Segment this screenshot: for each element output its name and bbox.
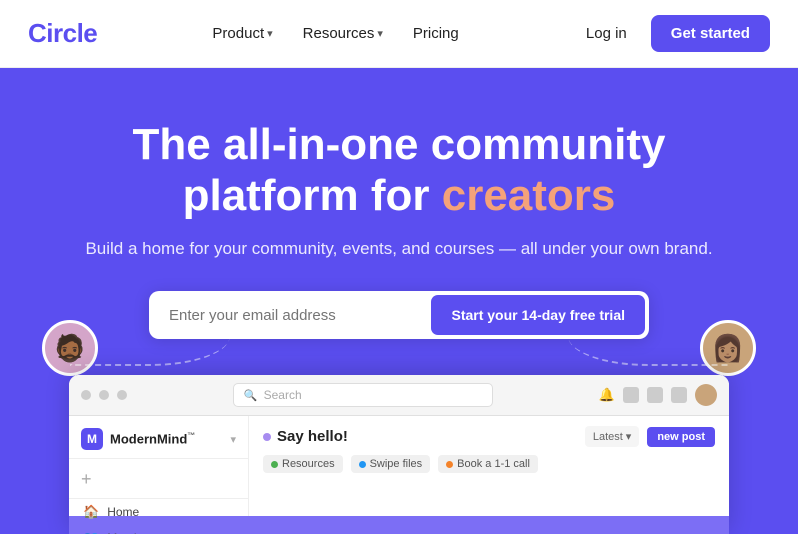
say-hello-dot (263, 433, 271, 441)
preview-icons-right: 🔔 (599, 384, 717, 406)
nav-links: Product ▾ Resources ▾ Pricing (200, 19, 470, 48)
preview-icon-3 (671, 387, 687, 403)
nav-product[interactable]: Product ▾ (200, 19, 284, 48)
tag-resources[interactable]: Resources (263, 455, 343, 473)
preview-topbar: 🔍 Search 🔔 (69, 375, 729, 416)
search-icon: 🔍 (244, 389, 258, 402)
content-header: Say hello! Latest ▾ new post (263, 426, 715, 447)
window-dot-3 (117, 390, 127, 400)
search-placeholder: Search (264, 388, 302, 402)
navbar: Circle Product ▾ Resources ▾ Pricing Log… (0, 0, 798, 68)
app-preview: 🔍 Search 🔔 M ModernMind™ (69, 375, 729, 534)
sidebar-logo: M (81, 428, 103, 450)
add-icon[interactable]: + (81, 469, 92, 490)
say-hello-heading: Say hello! (263, 428, 348, 445)
nav-pricing[interactable]: Pricing (401, 19, 471, 48)
hero-subtitle: Build a home for your community, events,… (40, 239, 758, 259)
chevron-down-icon: ▾ (377, 27, 383, 40)
preview-main-content: Say hello! Latest ▾ new post Resources (249, 416, 729, 516)
login-button[interactable]: Log in (574, 17, 639, 50)
hero-title-highlight: creators (442, 171, 616, 220)
bell-icon: 🔔 (599, 387, 615, 403)
sidebar-chevron-icon: ▾ (230, 433, 236, 446)
new-post-button[interactable]: new post (647, 427, 715, 447)
latest-button[interactable]: Latest ▾ (585, 426, 640, 447)
tag-swipe-files[interactable]: Swipe files (351, 455, 431, 473)
trademark-symbol: ™ (187, 431, 195, 440)
sidebar-community-name: ModernMind™ (110, 431, 195, 446)
say-hello-text: Say hello! (277, 428, 348, 445)
sidebar-item-members[interactable]: 👥 Members (69, 525, 248, 534)
hero-title-line2: platform for (183, 171, 442, 220)
preview-sidebar: M ModernMind™ ▾ + 🏠 Home 👥 Member (69, 416, 249, 516)
home-icon: 🏠 (83, 504, 99, 520)
tag-dot-book-call (446, 461, 453, 468)
preview-icon-2 (647, 387, 663, 403)
tag-list: Resources Swipe files Book a 1-1 call (263, 455, 715, 473)
sidebar-item-home[interactable]: 🏠 Home (69, 499, 248, 525)
chevron-icon: ▾ (626, 430, 632, 443)
window-dot-1 (81, 390, 91, 400)
window-dot-2 (99, 390, 109, 400)
nav-actions: Log in Get started (574, 15, 770, 52)
sidebar-item-home-label: Home (107, 505, 139, 519)
nav-pricing-label: Pricing (413, 25, 459, 42)
nav-resources-label: Resources (303, 25, 375, 42)
chevron-down-icon: ▾ (267, 27, 273, 40)
nav-resources[interactable]: Resources ▾ (291, 19, 395, 48)
logo[interactable]: Circle (28, 18, 97, 49)
get-started-button[interactable]: Get started (651, 15, 770, 52)
tag-dot-resources (271, 461, 278, 468)
preview-body: M ModernMind™ ▾ + 🏠 Home 👥 Member (69, 416, 729, 516)
dashed-line-left (70, 306, 230, 366)
dashed-line-right (568, 306, 728, 366)
content-actions: Latest ▾ new post (585, 426, 715, 447)
hero-title: The all-in-one community platform for cr… (40, 120, 758, 221)
preview-search[interactable]: 🔍 Search (233, 383, 493, 407)
tag-book-call[interactable]: Book a 1-1 call (438, 455, 538, 473)
sidebar-header: M ModernMind™ ▾ (69, 424, 248, 459)
preview-icon-1 (623, 387, 639, 403)
nav-product-label: Product (212, 25, 264, 42)
preview-user-avatar (695, 384, 717, 406)
hero-title-line1: The all-in-one community (133, 120, 666, 169)
tag-dot-swipe-files (359, 461, 366, 468)
members-icon: 👥 (83, 530, 99, 534)
hero-section: The all-in-one community platform for cr… (0, 68, 798, 534)
